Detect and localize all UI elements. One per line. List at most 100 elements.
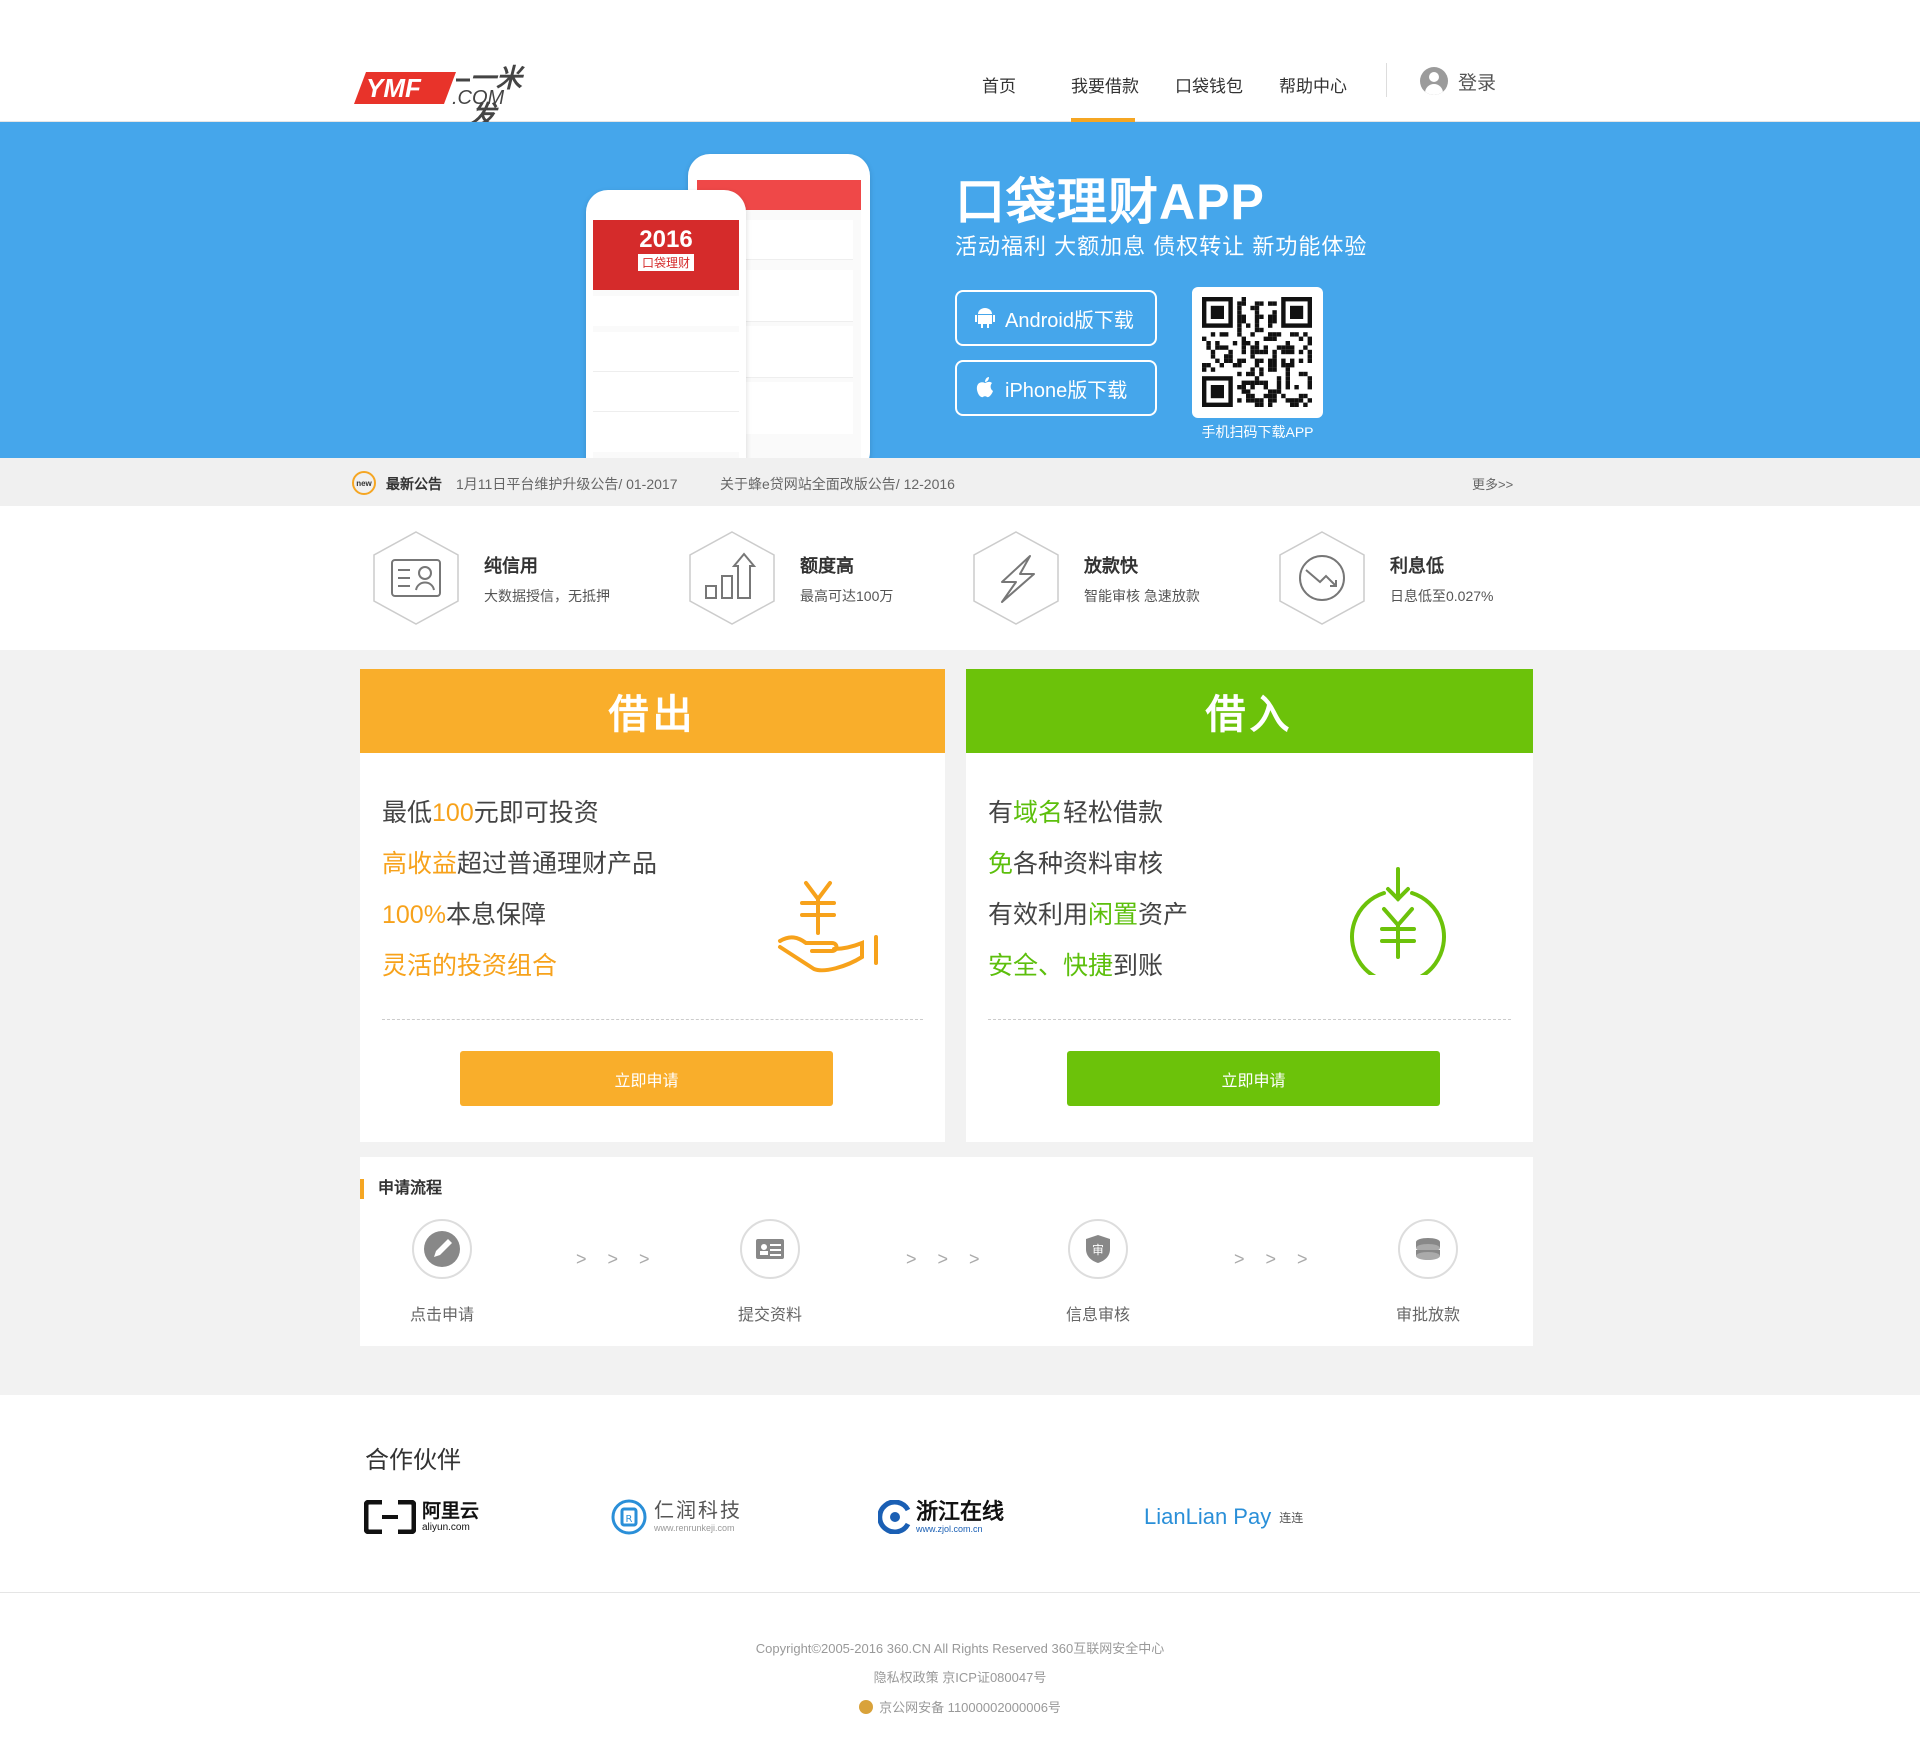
android-download-label: Android版下载 [1005,309,1134,332]
banner-subtitle: 活动福利 大额加息 债权转让 新功能体验 [955,234,1368,259]
svg-text:YMF: YMF [366,73,422,103]
nav-divider [1386,63,1387,97]
qr-code [1192,287,1323,418]
lend-apply-button[interactable]: 立即申请 [460,1051,833,1106]
phone-mockup-front: 2016 口袋理财 [586,190,746,458]
phone-year: 2016 [639,226,693,253]
process-step: 审批放款 [1368,1219,1488,1325]
highlight-text: 100% [382,901,446,929]
line-text: 本息保障 [445,901,546,929]
lightning-icon [973,531,1059,625]
shield-icon: 审 [1086,1235,1110,1263]
notice-item[interactable]: 关于蜂e贷网站全面改版公告/ 12-2016 [720,474,955,494]
banner-title: 口袋理财APP [955,174,1265,230]
footer-icp[interactable]: 隐私权政策 京ICP证080047号 [0,1667,1920,1686]
divider [382,1019,923,1020]
feature-desc: 最高可达100万 [800,588,894,604]
partner-renrun[interactable]: R 仁润科技 www.renrunkeji.com [610,1495,742,1539]
line-text: 最低 [382,799,433,827]
android-icon [975,308,995,328]
line-text: 各种资料审核 [1013,850,1164,878]
user-icon [1420,67,1448,95]
feature-title: 放款快 [1084,556,1138,576]
zjol-cn: 浙江在线 [916,1498,1005,1524]
notice-more-link[interactable]: 更多>> [1472,474,1513,493]
iphone-download-button[interactable]: iPhone版下载 [955,360,1157,416]
process-step: 审 信息审核 [1038,1219,1158,1325]
trend-down-icon [1279,531,1365,625]
arrow-icon: > > > [906,1249,988,1269]
process-step-label: 审批放款 [1395,1307,1460,1324]
highlight-text: 域名 [1013,799,1064,827]
feature-limit: 额度高 最高可达100万 [688,530,988,626]
notice-label: 最新公告 [386,476,442,492]
partner-zjol[interactable]: 浙江在线 www.zjol.com.cn [878,1495,1004,1539]
nav-borrow[interactable]: 我要借款 [1071,72,1139,97]
footer-police[interactable]: 京公网安备 11000002000006号 [0,1697,1920,1716]
id-card-icon [373,531,459,625]
renrun-en: www.renrunkeji.com [654,1523,735,1533]
footer-police-text: 京公网安备 11000002000006号 [879,1700,1061,1715]
aliyun-logo-icon [364,1500,416,1534]
aliyun-cn: 阿里云 [422,1500,480,1522]
nav-wallet[interactable]: 口袋钱包 [1175,72,1243,97]
qr-caption: 手机扫码下载APP [1201,424,1314,440]
lianlian-en: LianLian Pay [1144,1504,1272,1529]
yuan-circle-download-icon [1350,867,1446,975]
borrow-line: 有域名轻松借款 [988,793,1163,829]
lianlian-cn: 连连 [1279,1510,1304,1525]
yuan-hand-icon [778,881,878,973]
highlight-text: 100 [432,799,474,827]
pen-icon [424,1231,460,1267]
aliyun-en: aliyun.com [422,1521,470,1533]
partner-aliyun[interactable]: 阿里云 aliyun.com [364,1495,479,1539]
process-step: 点击申请 [382,1219,502,1325]
document-icon [756,1239,784,1259]
login-label: 登录 [1458,72,1497,94]
process-step-label: 点击申请 [409,1307,474,1324]
process-panel: 申请流程 点击申请 > > > 提交资料 > > > 审 信息审核 > > > … [360,1157,1533,1346]
borrow-apply-button[interactable]: 立即申请 [1067,1051,1440,1106]
process-step: 提交资料 [710,1219,830,1325]
borrow-header: 借入 [966,669,1533,753]
feature-title: 额度高 [800,556,854,576]
lend-header: 借出 [360,669,945,753]
lend-line: 高收益超过普通理财产品 [382,844,657,880]
partner-lianlian[interactable]: LianLian Pay 连连 [1144,1495,1303,1539]
line-text: 有效利用 [988,901,1089,929]
highlight-text: 安全、快捷 [988,952,1114,980]
coins-icon [1416,1238,1440,1260]
highlight-text: 高收益 [382,850,458,878]
line-text: 资产 [1138,901,1189,929]
notice-bar: new 最新公告 1月11日平台维护升级公告/ 01-2017 关于蜂e贷网站全… [0,458,1920,506]
logo[interactable]: YMF .COM 一米发 [352,62,544,130]
borrow-line: 安全、快捷到账 [988,946,1163,982]
zjol-logo-icon [878,1500,911,1534]
zjol-en: www.zjol.com.cn [916,1523,983,1534]
partners-title: 合作伙伴 [365,1447,461,1474]
line-text: 超过普通理财产品 [457,850,658,878]
feature-speed: 放款快 智能审核 急速放款 [972,530,1272,626]
login-link[interactable]: 登录 [1420,67,1496,95]
feature-title: 纯信用 [484,556,538,576]
lend-card: 借出 最低100元即可投资 高收益超过普通理财产品 100%本息保障 灵活的投资… [360,669,945,1142]
site-header: YMF .COM 一米发 首页 我要借款 口袋钱包 帮助中心 登录 [0,0,1920,130]
arrow-icon: > > > [1234,1249,1316,1269]
line-text: 轻松借款 [1063,799,1164,827]
nav-home[interactable]: 首页 [982,72,1016,97]
nav-help[interactable]: 帮助中心 [1279,72,1347,97]
arrow-icon: > > > [576,1249,658,1269]
feature-desc: 日息低至0.027% [1390,588,1494,604]
svg-text:审: 审 [1092,1242,1104,1257]
lend-line: 灵活的投资组合 [382,946,557,982]
notice-item[interactable]: 1月11日平台维护升级公告/ 01-2017 [456,474,677,494]
highlight-text: 免 [988,850,1014,878]
svg-text:R: R [626,1514,633,1525]
highlight-text: 灵活的投资组合 [382,952,558,980]
logo-sub: 一米发 [470,63,523,130]
renrun-logo-icon: R [611,1499,647,1535]
feature-credit: 纯信用 大数据授信，无抵押 [372,530,672,626]
android-download-button[interactable]: Android版下载 [955,290,1157,346]
renrun-cn: 仁润科技 [654,1500,742,1522]
process-step-label: 提交资料 [737,1307,802,1324]
